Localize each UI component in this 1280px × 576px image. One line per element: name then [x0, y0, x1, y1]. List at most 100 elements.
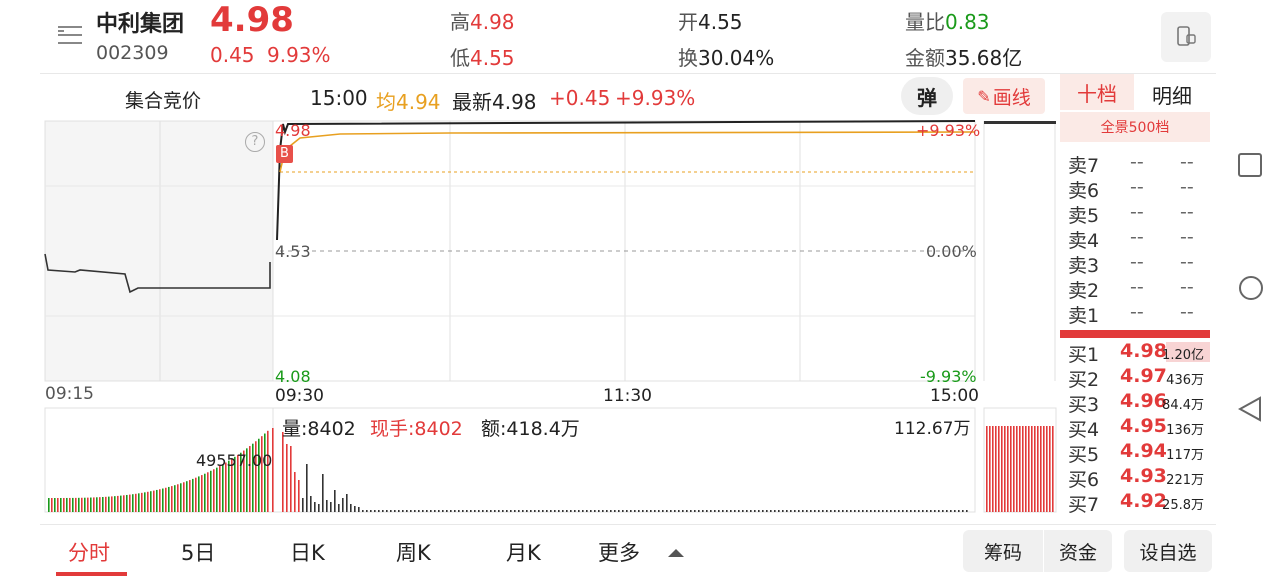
volume-bar — [714, 510, 716, 512]
volume-bar — [462, 510, 464, 512]
price-mid-label: 4.53 — [275, 242, 311, 261]
home-icon[interactable] — [1238, 275, 1264, 305]
buy-row[interactable]: 买3 4.96 84.4万 — [1068, 390, 1210, 416]
volume-bar — [842, 510, 844, 512]
volume-bar — [794, 510, 796, 512]
volume-bar — [790, 510, 792, 512]
bottom-tab[interactable]: 月K — [506, 537, 541, 567]
funds-button[interactable]: 资金 — [1044, 530, 1112, 572]
volume-bar — [267, 430, 269, 512]
volume-bar — [330, 502, 332, 512]
volume-bar — [362, 510, 364, 512]
intraday-chart — [44, 120, 1057, 513]
volume-bar — [718, 510, 720, 512]
volume-bar — [1019, 426, 1021, 512]
volume-bar — [862, 510, 864, 512]
volume-bar — [810, 510, 812, 512]
sell-row[interactable]: 卖2 -- -- — [1068, 276, 1210, 302]
volume-bar — [93, 497, 95, 512]
volume-bar — [378, 510, 380, 512]
buy-row[interactable]: 买6 4.93 221万 — [1068, 465, 1210, 491]
sell-row[interactable]: 卖1 -- -- — [1068, 301, 1210, 327]
buy-row[interactable]: 买1 4.98 1.20亿 — [1068, 340, 1210, 366]
volume-bar — [514, 510, 516, 512]
recent-apps-icon[interactable] — [1238, 153, 1262, 181]
volume-bar — [766, 510, 768, 512]
volume-bar — [850, 510, 852, 512]
volume-bar — [216, 467, 218, 512]
volume-bar — [60, 497, 62, 512]
sell-row[interactable]: 卖4 -- -- — [1068, 226, 1210, 252]
volume-bar — [926, 510, 928, 512]
tab-detail[interactable]: 明细 — [1152, 80, 1192, 109]
volume-bar — [922, 510, 924, 512]
volume-bar — [566, 510, 568, 512]
bottom-tab[interactable]: 5日 — [181, 537, 215, 567]
volume-bar — [1004, 426, 1006, 512]
help-icon[interactable]: ? — [245, 132, 265, 152]
volume-bar — [286, 444, 288, 512]
volume-bar — [450, 510, 452, 512]
volume-bar — [522, 510, 524, 512]
buy-price: 4.98 — [1120, 340, 1167, 362]
sell-row[interactable]: 卖6 -- -- — [1068, 176, 1210, 202]
time-1500: 15:00 — [930, 386, 979, 406]
sell-row[interactable]: 卖5 -- -- — [1068, 201, 1210, 227]
volume-bar — [738, 510, 740, 512]
volume-bar — [210, 470, 212, 512]
volume-bar — [84, 497, 86, 512]
volume-bar — [1049, 426, 1051, 512]
volume-bar — [542, 510, 544, 512]
volume-bar — [594, 510, 596, 512]
buy-row[interactable]: 买2 4.97 436万 — [1068, 365, 1210, 391]
buy-label: 买1 — [1068, 344, 1100, 366]
volume-bar — [165, 487, 167, 512]
volume-bar — [626, 510, 628, 512]
volume-bar — [114, 496, 116, 512]
chips-button[interactable]: 筹码 — [963, 530, 1043, 572]
full-depth-button[interactable]: 全景500档 — [1060, 112, 1210, 142]
volume-bar — [530, 510, 532, 512]
volume-bar — [882, 510, 884, 512]
volume-bar — [66, 497, 68, 512]
buy-volume: 84.4万 — [1162, 398, 1204, 413]
volume-bar — [598, 510, 600, 512]
buy-price: 4.95 — [1120, 415, 1167, 437]
back-icon[interactable] — [1237, 396, 1262, 426]
bottom-tab[interactable]: 周K — [396, 537, 431, 567]
bottom-tab[interactable]: 分时 — [68, 537, 110, 567]
buy-row[interactable]: 买4 4.95 136万 — [1068, 415, 1210, 441]
volume-bar — [678, 510, 680, 512]
tab-ten-levels[interactable]: 十档 — [1060, 74, 1134, 110]
volume-bar — [614, 510, 616, 512]
volume-bar — [1001, 426, 1003, 512]
volume-bar — [102, 496, 104, 512]
volume-bar — [141, 492, 143, 512]
sell-label: 卖4 — [1068, 230, 1100, 252]
buy-row[interactable]: 买7 4.92 25.8万 — [1068, 490, 1210, 516]
volume-bar — [630, 510, 632, 512]
bottom-tab[interactable]: 日K — [290, 537, 325, 567]
volume-bar — [1043, 426, 1045, 512]
current-hand-label: 现手:8402 — [370, 418, 463, 440]
rotate-icon — [1177, 26, 1196, 46]
bottom-tab[interactable]: 更多 — [598, 537, 640, 567]
add-watchlist-button[interactable]: 设自选 — [1124, 530, 1212, 572]
volume-bar — [866, 510, 868, 512]
sell-row[interactable]: 卖3 -- -- — [1068, 251, 1210, 277]
volume-bar — [786, 510, 788, 512]
sell-label: 卖1 — [1068, 305, 1100, 327]
volume-bar — [129, 494, 131, 512]
volume-bar — [382, 510, 384, 512]
sell-price: -- — [1130, 226, 1144, 248]
sell-label: 卖5 — [1068, 205, 1100, 227]
caret-up-icon[interactable] — [668, 544, 684, 563]
rotate-screen-button[interactable] — [1161, 12, 1211, 62]
volume-bar — [180, 483, 182, 512]
sell-row[interactable]: 卖7 -- -- — [1068, 151, 1210, 177]
volume-bar — [962, 510, 964, 512]
volume-bar — [1034, 426, 1036, 512]
volume-bar — [562, 510, 564, 512]
volume-bar — [898, 510, 900, 512]
buy-row[interactable]: 买5 4.94 117万 — [1068, 440, 1210, 466]
